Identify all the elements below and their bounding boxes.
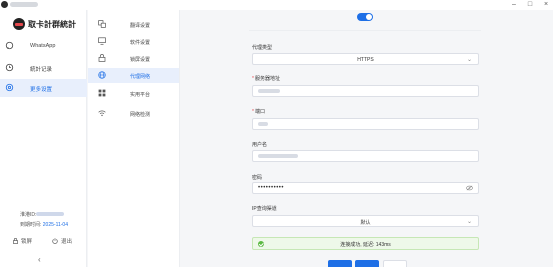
server-address-label: *服务器地址	[252, 75, 280, 82]
password-input[interactable]: ••••••••••	[252, 182, 479, 194]
logout-button[interactable]: 退出	[52, 237, 72, 245]
app-icon	[1, 1, 8, 8]
proxy-type-value: HTTPS	[357, 57, 374, 63]
tab-utility-platforms[interactable]: 实用平台	[88, 86, 179, 101]
port-label: *端口	[252, 108, 265, 115]
minimize-button[interactable]: –	[509, 0, 519, 9]
tab-proxy-network[interactable]: 代理网络	[88, 68, 179, 83]
sidebar-item-label: 更多设置	[30, 87, 53, 93]
username-redacted	[258, 154, 298, 158]
translate-icon	[98, 20, 106, 28]
proxy-settings-panel: 代理类型 HTTPS ⌄ *服务器地址 *端口 用户名 密码 •••••••••…	[181, 10, 553, 267]
ip-channel-value: 默认	[360, 220, 371, 226]
server-address-redacted	[258, 89, 280, 93]
gear-icon	[5, 83, 14, 92]
sidebar-item-label: 統計记录	[30, 67, 53, 73]
required-mark: *	[252, 109, 254, 115]
port-redacted	[258, 122, 268, 126]
whatsapp-icon	[5, 41, 14, 50]
globe-icon	[98, 71, 106, 79]
connection-status: 连接成功, 延迟: 143ms	[252, 237, 479, 250]
proxy-form: 代理类型 HTTPS ⌄ *服务器地址 *端口 用户名 密码 •••••••••…	[249, 10, 481, 267]
tab-label: 软件设置	[130, 40, 151, 46]
chevron-down-icon: ⌄	[466, 219, 472, 225]
lock-icon	[13, 238, 18, 244]
chevron-down-icon: ⌄	[466, 57, 472, 63]
tab-network-check[interactable]: 网络检测	[88, 106, 179, 121]
port-input[interactable]	[252, 118, 479, 130]
tab-label: 锁屏设置	[130, 57, 151, 63]
clock-icon	[5, 63, 14, 72]
window-title-redacted	[10, 2, 38, 7]
proxy-type-label: 代理类型	[252, 45, 273, 51]
server-address-input[interactable]	[252, 85, 479, 97]
password-label: 密码	[252, 175, 263, 181]
username-label: 用户名	[252, 142, 268, 148]
divider	[249, 30, 481, 31]
logout-label: 退出	[61, 239, 73, 245]
account-label: 淮港ID:	[20, 212, 37, 218]
sidebar-item-whatsapp[interactable]: WhatsApp	[0, 37, 87, 55]
tab-software-settings[interactable]: 软件设置	[88, 34, 179, 49]
ip-channel-label: IP查询渠道	[252, 206, 277, 212]
tab-translate-settings[interactable]: 翻译设置	[88, 17, 179, 32]
lock-icon	[98, 54, 106, 62]
power-icon	[52, 238, 58, 244]
tab-lock-settings[interactable]: 锁屏设置	[88, 51, 179, 66]
lock-button[interactable]: 锁屏	[13, 237, 32, 245]
status-text: 连接成功, 延迟: 143ms	[340, 242, 391, 248]
expire-label-text: 到期时间:	[20, 222, 42, 228]
wifi-icon	[98, 110, 106, 117]
main-sidebar: 取卡計群統計 WhatsApp 統計记录 更多设置 淮港ID: 到期时间: 20…	[0, 10, 87, 267]
port-label-text: 端口	[254, 109, 265, 115]
eye-icon[interactable]	[466, 185, 473, 191]
app-title: 取卡計群統計	[28, 20, 76, 29]
close-button[interactable]: ×	[541, 0, 551, 9]
server-address-label-text: 服务器地址	[254, 76, 280, 82]
brand: 取卡計群統計	[0, 14, 87, 34]
primary-action-button[interactable]	[328, 260, 352, 267]
sidebar-item-more-settings[interactable]: 更多设置	[0, 79, 87, 97]
tab-label: 实用平台	[130, 92, 151, 98]
secondary-action-button[interactable]	[355, 260, 379, 267]
app-logo	[13, 18, 25, 30]
maximize-button[interactable]: □	[525, 0, 535, 9]
proxy-enable-toggle[interactable]	[357, 13, 373, 21]
account-id-redacted	[36, 212, 64, 216]
proxy-type-select[interactable]: HTTPS ⌄	[252, 53, 479, 65]
expire-label: 到期时间: 2025-11-04	[20, 221, 68, 228]
username-input[interactable]	[252, 150, 479, 162]
sidebar-item-label: WhatsApp	[30, 43, 56, 49]
tertiary-action-button[interactable]	[383, 260, 407, 267]
collapse-sidebar-button[interactable]: ‹	[38, 255, 41, 264]
password-mask: ••••••••••	[258, 185, 285, 191]
lock-label: 锁屏	[21, 239, 33, 245]
tab-label: 翻译设置	[130, 23, 151, 29]
title-bar: – □ ×	[0, 0, 553, 10]
expire-date: 2025-11-04	[42, 222, 68, 228]
settings-nav: 翻译设置 软件设置 锁屏设置 代理网络 实用平台 网络检测	[88, 10, 180, 267]
grid-icon	[98, 89, 106, 97]
tab-label: 代理网络	[130, 74, 151, 80]
monitor-icon	[98, 37, 106, 45]
tab-label: 网络检测	[130, 112, 151, 118]
sidebar-item-stats[interactable]: 統計记录	[0, 59, 87, 77]
required-mark: *	[252, 76, 254, 82]
ip-channel-select[interactable]: 默认 ⌄	[252, 215, 479, 227]
